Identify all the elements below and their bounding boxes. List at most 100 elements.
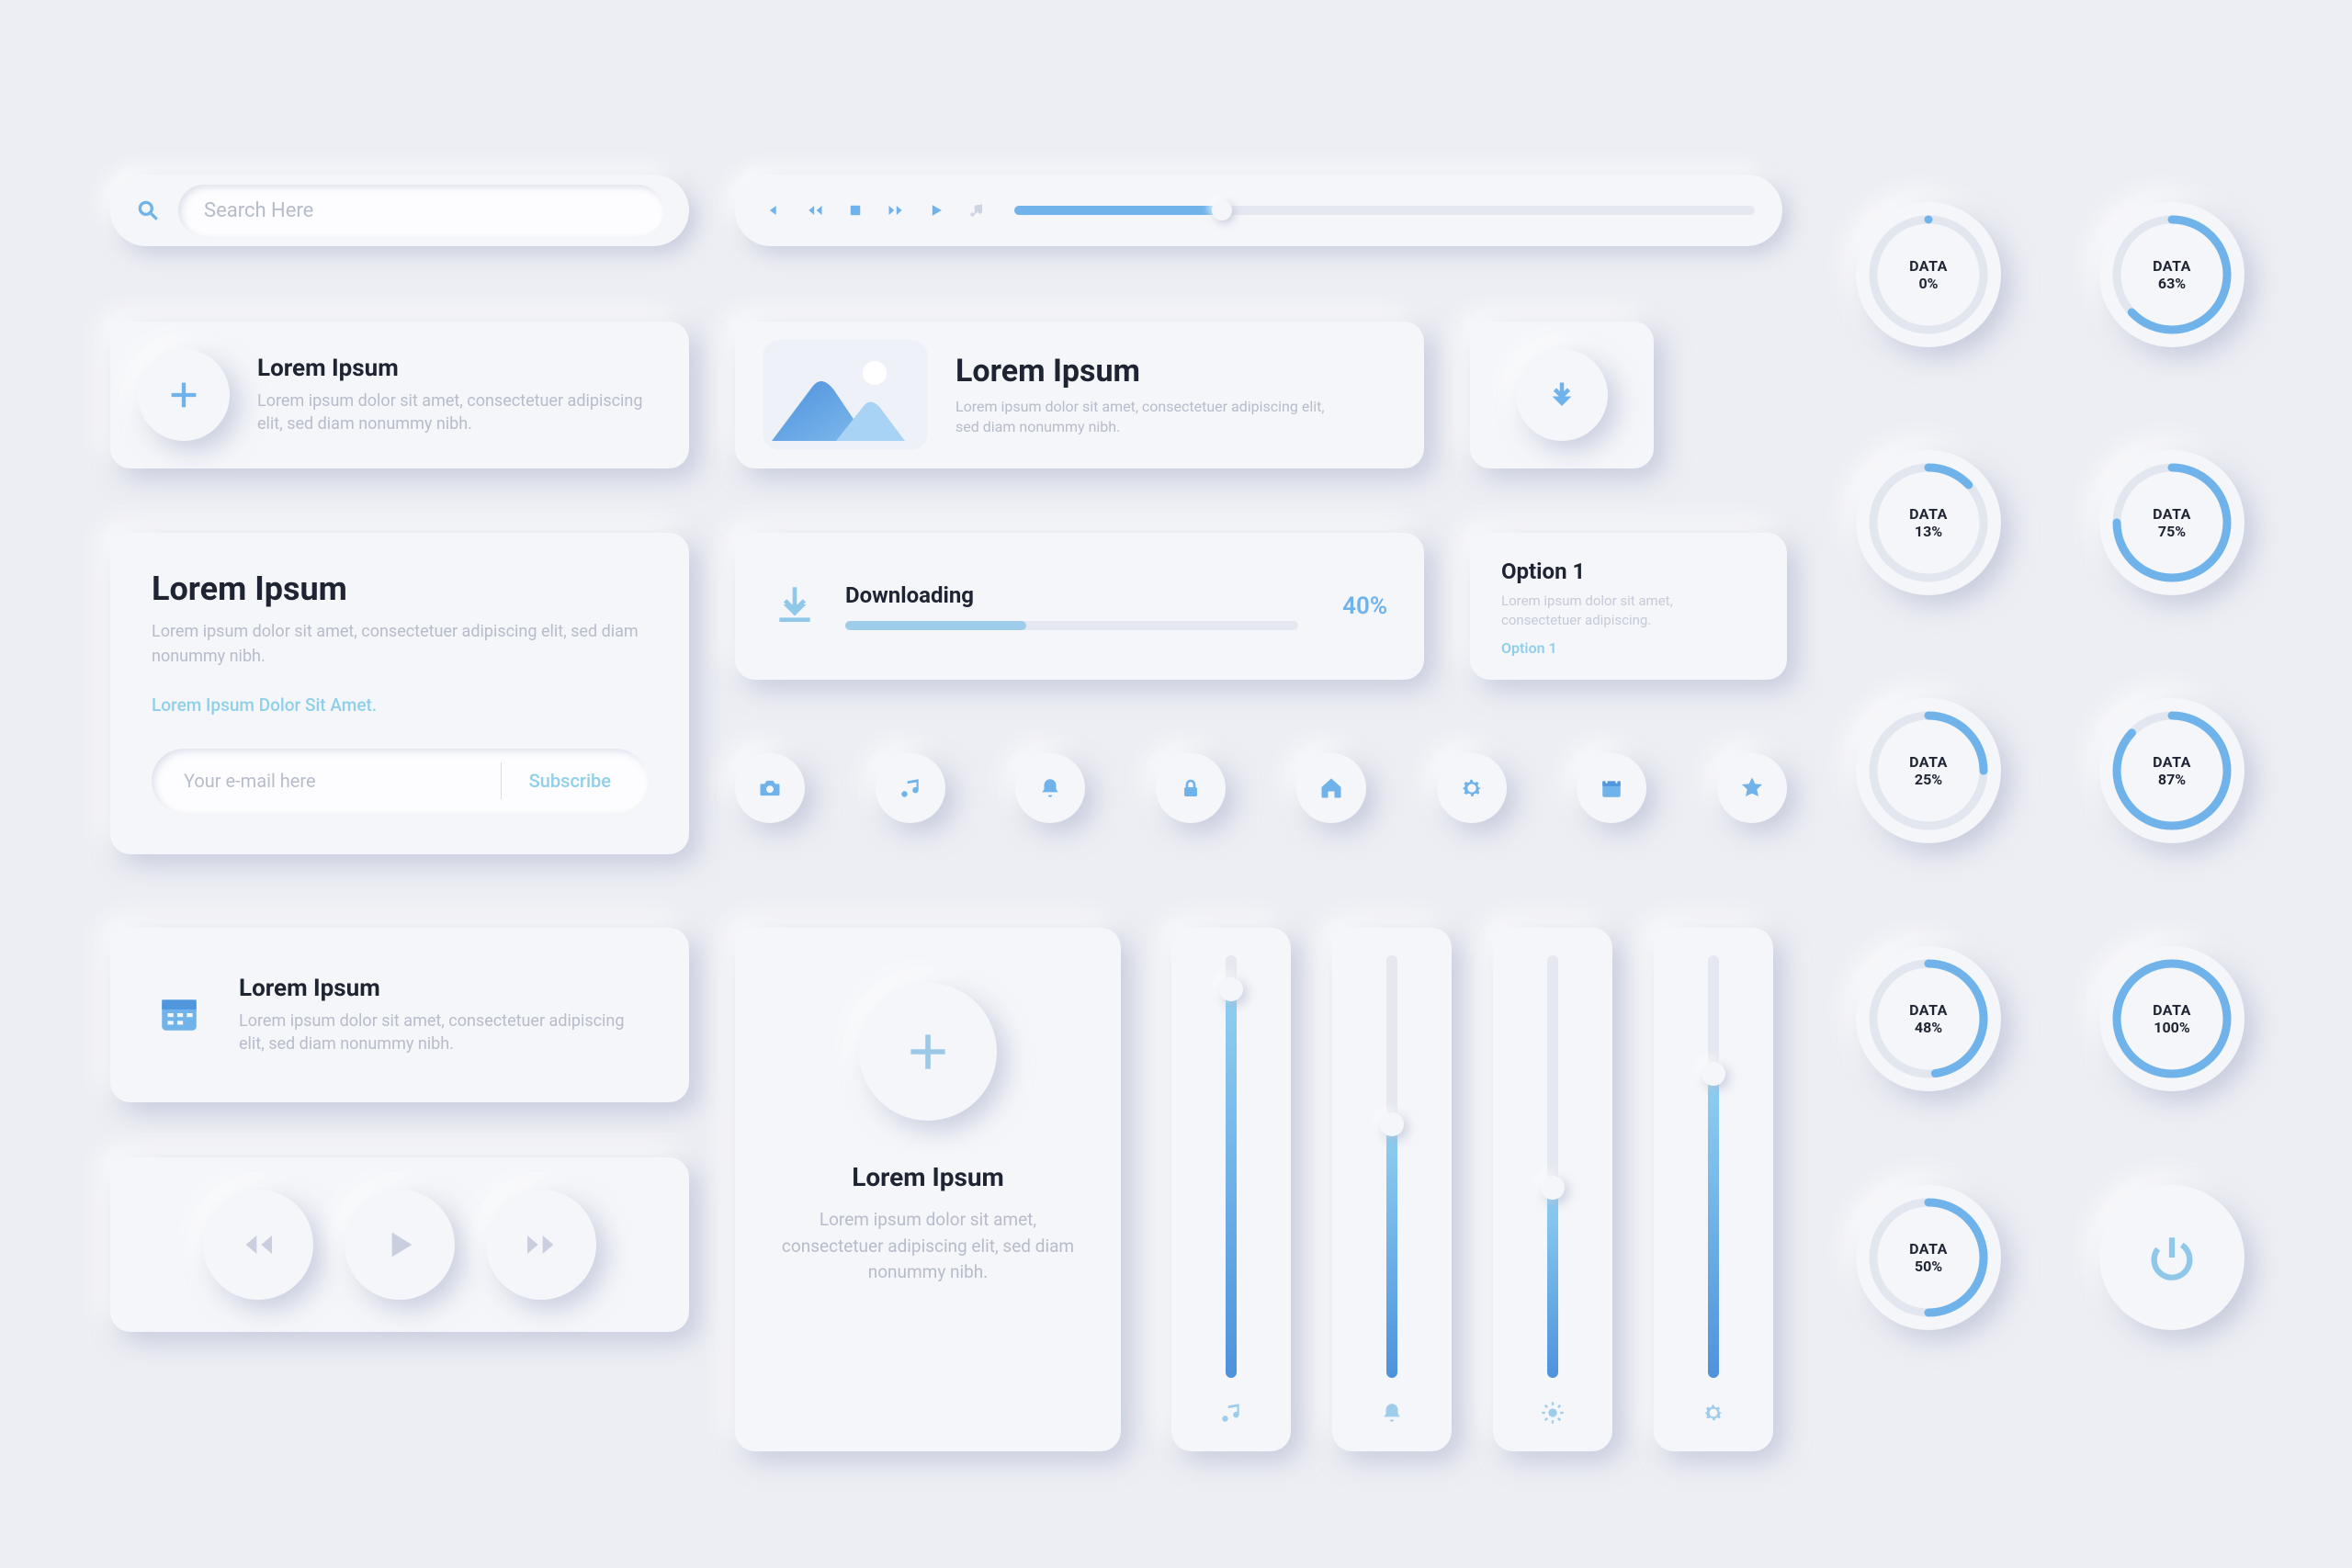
- bell-icon: [1380, 1398, 1404, 1427]
- add-card-title: Lorem Ipsum: [257, 355, 643, 382]
- data-gauge-63: DATA63%: [2099, 202, 2245, 347]
- vertical-slider-gear[interactable]: [1654, 928, 1773, 1451]
- gauge-value: 0%: [1909, 275, 1948, 292]
- add-card-body: Lorem ipsum dolor sit amet, consectetuer…: [257, 389, 643, 435]
- subscribe-button[interactable]: Subscribe: [529, 770, 639, 792]
- gear-icon[interactable]: [1437, 753, 1507, 823]
- gauge-value: 48%: [1909, 1019, 1948, 1036]
- vertical-slider-sun[interactable]: [1493, 928, 1612, 1451]
- download-arrow-icon: [772, 581, 818, 631]
- subscribe-title: Lorem Ipsum: [152, 570, 648, 608]
- calendar-card-icon: [156, 990, 202, 1040]
- lock-icon[interactable]: [1156, 753, 1226, 823]
- home-icon[interactable]: [1296, 753, 1366, 823]
- subscribe-card: Lorem Ipsum Lorem ipsum dolor sit amet, …: [110, 533, 689, 854]
- slider-track[interactable]: [1226, 955, 1237, 1378]
- add-button[interactable]: [138, 349, 230, 441]
- calendar-card-text: Lorem Ipsum Lorem ipsum dolor sit amet, …: [239, 975, 625, 1055]
- data-gauge-75: DATA75%: [2099, 450, 2245, 595]
- image-card-text: Lorem Ipsum Lorem ipsum dolor sit amet, …: [956, 353, 1341, 438]
- gauge-value: 100%: [2153, 1019, 2191, 1036]
- progress-track[interactable]: [1014, 206, 1755, 215]
- download-button[interactable]: [1516, 349, 1608, 441]
- option-link[interactable]: Option 1: [1501, 639, 1756, 657]
- image-card-body: Lorem ipsum dolor sit amet, consectetuer…: [956, 397, 1341, 438]
- add-button-large[interactable]: [859, 983, 997, 1121]
- download-bar[interactable]: [845, 621, 1298, 630]
- gauge-value: 13%: [1909, 523, 1948, 540]
- media-rewind-button[interactable]: [203, 1190, 313, 1300]
- gauge-value: 75%: [2153, 523, 2191, 540]
- media-play-button[interactable]: [345, 1190, 455, 1300]
- gauge-value: 50%: [1909, 1258, 1948, 1275]
- slider-track[interactable]: [1547, 955, 1558, 1378]
- divider: [501, 762, 502, 799]
- media-player-bar: [735, 175, 1782, 246]
- prev-track-icon[interactable]: [763, 198, 786, 222]
- data-gauge-50: DATA50%: [1856, 1185, 2001, 1330]
- add-card-large-title: Lorem Ipsum: [852, 1162, 1004, 1192]
- gauge-label: DATA: [1909, 257, 1948, 275]
- download-percent: 40%: [1342, 592, 1387, 620]
- slider-fill: [1708, 1074, 1719, 1378]
- slider-knob[interactable]: [1219, 977, 1243, 1001]
- slider-track[interactable]: [1708, 955, 1719, 1378]
- gauge-value: 87%: [2153, 771, 2191, 788]
- slider-knob[interactable]: [1541, 1176, 1565, 1200]
- calendar-card: Lorem Ipsum Lorem ipsum dolor sit amet, …: [110, 928, 689, 1102]
- calendar-icon[interactable]: [1577, 753, 1646, 823]
- vertical-slider-bell[interactable]: [1332, 928, 1452, 1451]
- calendar-card-title: Lorem Ipsum: [239, 975, 625, 1002]
- image-card: Lorem Ipsum Lorem ipsum dolor sit amet, …: [735, 321, 1424, 468]
- gauge-label: DATA: [1909, 1001, 1948, 1019]
- gauge-label: DATA: [2153, 257, 2191, 275]
- slider-track[interactable]: [1386, 955, 1397, 1378]
- gauge-label: DATA: [2153, 1001, 2191, 1019]
- slider-fill: [1386, 1124, 1397, 1378]
- power-button[interactable]: [2099, 1185, 2245, 1330]
- progress-fill: [1014, 206, 1222, 215]
- email-field[interactable]: Your e-mail here: [184, 770, 473, 792]
- search-placeholder: Search Here: [204, 199, 313, 222]
- gauge-value: 25%: [1909, 771, 1948, 788]
- slider-fill: [1226, 989, 1237, 1378]
- forward-icon[interactable]: [884, 198, 908, 222]
- media-control-card: [110, 1157, 689, 1332]
- calendar-card-body: Lorem ipsum dolor sit amet, consectetuer…: [239, 1010, 625, 1055]
- vertical-slider-music[interactable]: [1171, 928, 1291, 1451]
- subscribe-link[interactable]: Lorem Ipsum Dolor Sit Amet.: [152, 694, 648, 716]
- slider-knob[interactable]: [1380, 1112, 1404, 1136]
- music-icon[interactable]: [876, 753, 945, 823]
- data-gauge-0: DATA0%: [1856, 202, 2001, 347]
- add-card-large: Lorem Ipsum Lorem ipsum dolor sit amet, …: [735, 928, 1121, 1451]
- music-icon: [1219, 1398, 1243, 1427]
- camera-icon[interactable]: [735, 753, 805, 823]
- stop-icon[interactable]: [843, 198, 867, 222]
- sun-icon: [1540, 1398, 1566, 1427]
- star-icon[interactable]: [1717, 753, 1787, 823]
- bell-icon[interactable]: [1015, 753, 1085, 823]
- image-card-title: Lorem Ipsum: [956, 353, 1341, 389]
- data-gauge-13: DATA13%: [1856, 450, 2001, 595]
- option-card[interactable]: Option 1 Lorem ipsum dolor sit amet, con…: [1470, 533, 1787, 680]
- gauge-label: DATA: [2153, 753, 2191, 771]
- rewind-icon[interactable]: [803, 198, 827, 222]
- progress-knob[interactable]: [1212, 200, 1232, 220]
- gauge-label: DATA: [1909, 753, 1948, 771]
- gauge-label: DATA: [2153, 505, 2191, 523]
- data-gauge-100: DATA100%: [2099, 946, 2245, 1091]
- download-bar-fill: [845, 621, 1026, 630]
- play-icon[interactable]: [924, 198, 948, 222]
- gauge-label: DATA: [1909, 505, 1948, 523]
- media-forward-button[interactable]: [486, 1190, 596, 1300]
- slider-knob[interactable]: [1702, 1062, 1725, 1086]
- image-thumbnail: [763, 340, 928, 450]
- download-progress: Downloading: [845, 582, 1298, 630]
- search-input[interactable]: Search Here: [178, 185, 663, 236]
- data-gauge-87: DATA87%: [2099, 698, 2245, 843]
- data-gauge-48: DATA48%: [1856, 946, 2001, 1091]
- gauge-value: 63%: [2153, 275, 2191, 292]
- add-card-text: Lorem Ipsum Lorem ipsum dolor sit amet, …: [257, 355, 643, 435]
- option-title: Option 1: [1501, 558, 1756, 584]
- download-button-card: [1470, 321, 1654, 468]
